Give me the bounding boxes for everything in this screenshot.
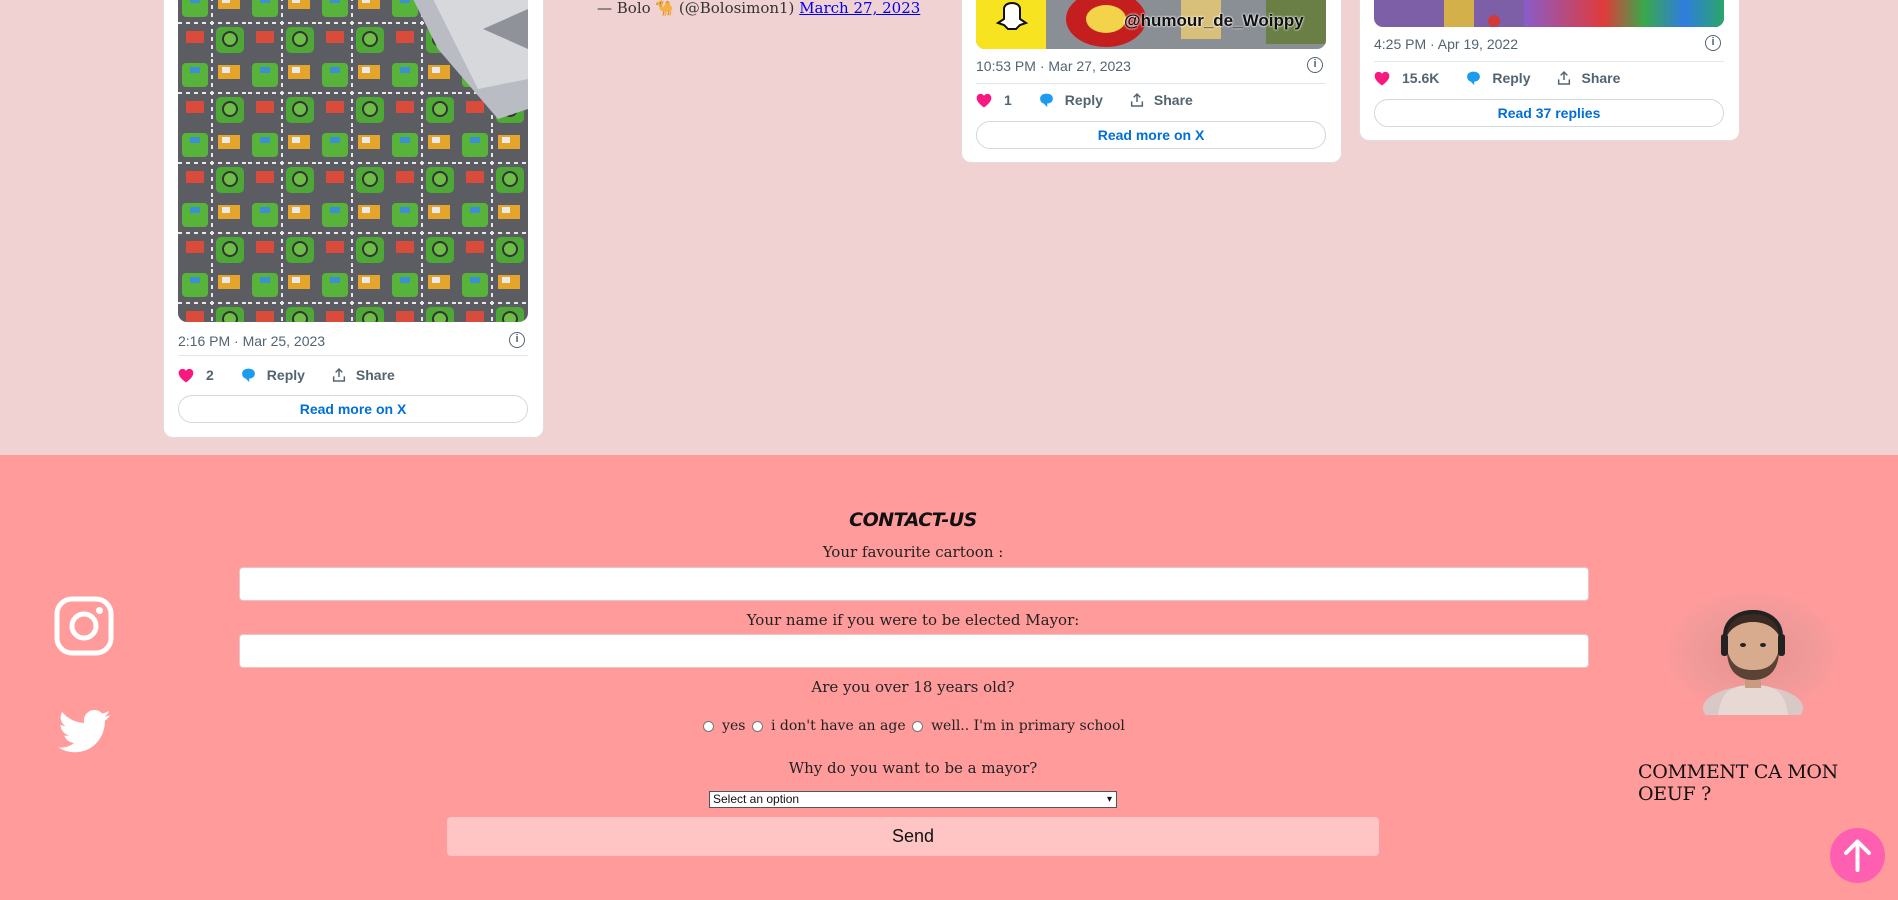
share-button[interactable]: Share	[1556, 70, 1620, 86]
age-option-yes[interactable]: yes	[701, 718, 745, 734]
read-more-button[interactable]: Read more on X	[976, 121, 1326, 149]
arrow-up-icon	[1844, 839, 1871, 872]
radio-label: well.. I'm in primary school	[931, 718, 1125, 734]
tweets-section: 2:16 PM · Mar 25, 2023 i 2 Reply Share R…	[0, 0, 1898, 455]
blockquote-attribution: — Bolo 🐪 (@Bolosimon1) March 27, 2023	[597, 0, 920, 17]
tweet-2-actions: 1 Reply Share	[976, 92, 1219, 108]
read-more-button[interactable]: Read more on X	[178, 395, 528, 423]
like-button[interactable]: 1	[976, 92, 1012, 108]
reply-label: Reply	[1492, 70, 1531, 86]
mayor-name-label: Your name if you were to be elected Mayo…	[746, 611, 1080, 629]
reply-button[interactable]: Reply	[1038, 92, 1103, 108]
share-icon	[1130, 92, 1143, 107]
age-question: Are you over 18 years old?	[811, 678, 1015, 696]
radio-button[interactable]	[703, 720, 715, 732]
profile-caption: COMMENT CA MON OEUF ?	[1638, 761, 1838, 805]
reply-label: Reply	[1064, 92, 1103, 108]
age-radio-group: yes i don't have an age well.. I'm in pr…	[0, 718, 1826, 736]
tweet-1-timestamp[interactable]: 2:16 PM · Mar 25, 2023	[178, 333, 325, 349]
age-option-no-age[interactable]: i don't have an age	[750, 718, 906, 734]
footer: CONTACT-US Your favourite cartoon : Your…	[0, 455, 1898, 900]
like-count: 15.6K	[1402, 70, 1440, 86]
share-button[interactable]: Share	[331, 367, 395, 383]
blockquote-date-link[interactable]: March 27, 2023	[799, 0, 920, 17]
tweet-1-image[interactable]	[178, 0, 528, 322]
share-label: Share	[355, 367, 395, 383]
share-icon	[332, 367, 345, 382]
radio-button[interactable]	[751, 720, 763, 732]
heart-icon	[178, 368, 194, 382]
radio-label: yes	[722, 718, 746, 734]
share-button[interactable]: Share	[1129, 92, 1193, 108]
age-option-primary-school[interactable]: well.. I'm in primary school	[910, 718, 1125, 734]
info-icon[interactable]: i	[1307, 57, 1323, 73]
radio-button[interactable]	[912, 720, 924, 732]
tweet-card-2: @humour_de_Woippy 10:53 PM · Mar 27, 202…	[961, 0, 1342, 163]
chevron-down-icon: ▾	[1106, 794, 1112, 805]
select-value: Select an option	[713, 792, 800, 806]
tweet-3-actions: 15.6K Reply Share	[1374, 70, 1646, 86]
reply-button[interactable]: Reply	[240, 367, 305, 383]
contact-title: CONTACT-US	[849, 509, 977, 531]
share-label: Share	[1153, 92, 1193, 108]
share-label: Share	[1581, 70, 1621, 86]
tweet-2-timestamp[interactable]: 10:53 PM · Mar 27, 2023	[976, 58, 1131, 74]
like-button[interactable]: 15.6K	[1374, 70, 1439, 86]
cartoon-input[interactable]	[239, 567, 1589, 601]
mayor-name-input[interactable]	[239, 634, 1589, 668]
info-icon[interactable]: i	[509, 332, 525, 348]
tweet-2-image-overlay-text: @humour_de_Woippy	[1124, 11, 1304, 30]
info-icon[interactable]: i	[1705, 35, 1721, 51]
divider	[976, 83, 1326, 84]
reply-button[interactable]: Reply	[1465, 70, 1530, 86]
radio-label: i don't have an age	[770, 718, 906, 734]
divider	[1374, 61, 1724, 62]
reply-icon	[1467, 71, 1481, 86]
why-mayor-label: Why do you want to be a mayor?	[788, 759, 1038, 777]
reply-icon	[241, 368, 255, 383]
tweet-3-timestamp[interactable]: 4:25 PM · Apr 19, 2022	[1374, 36, 1518, 52]
tweet-1-actions: 2 Reply Share	[178, 367, 421, 383]
heart-icon	[1374, 71, 1390, 85]
scroll-to-top-button[interactable]	[1830, 828, 1885, 883]
tweet-card-1: 2:16 PM · Mar 25, 2023 i 2 Reply Share R…	[163, 0, 544, 438]
avatar	[1663, 590, 1843, 730]
share-icon	[1558, 70, 1571, 85]
tweet-3-image[interactable]	[1374, 0, 1724, 27]
read-replies-button[interactable]: Read 37 replies	[1374, 99, 1724, 127]
send-button[interactable]: Send	[447, 817, 1379, 856]
reply-label: Reply	[266, 367, 305, 383]
heart-icon	[976, 93, 992, 107]
cartoon-label: Your favourite cartoon :	[822, 543, 1004, 561]
like-count: 2	[206, 367, 214, 383]
blockquote-author: — Bolo 🐪 (@Bolosimon1)	[597, 0, 795, 17]
like-count: 1	[1004, 92, 1012, 108]
tweet-card-3: 4:25 PM · Apr 19, 2022 i 15.6K Reply Sha…	[1359, 0, 1740, 141]
why-mayor-select[interactable]: Select an option ▾	[709, 791, 1117, 808]
divider	[178, 355, 528, 356]
like-button[interactable]: 2	[178, 367, 214, 383]
reply-icon	[1039, 93, 1053, 108]
tweet-2-image[interactable]: @humour_de_Woippy	[976, 0, 1326, 49]
